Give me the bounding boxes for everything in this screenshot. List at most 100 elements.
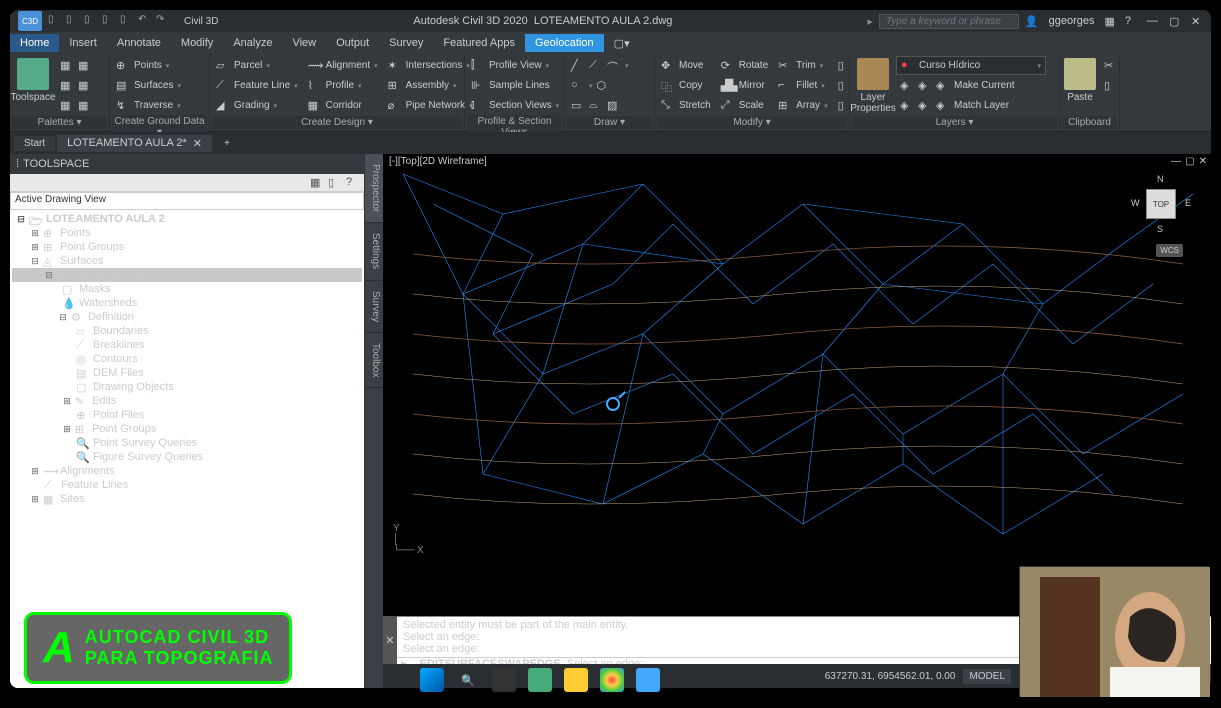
tree-edits[interactable]: ⊞✎Edits xyxy=(12,394,362,408)
maximize-button[interactable]: ▢ xyxy=(1169,15,1181,28)
tree-masks[interactable]: ▢Masks xyxy=(12,282,362,296)
tree-breaklines[interactable]: ⟋Breaklines xyxy=(12,338,362,352)
taskbar-civil3d[interactable] xyxy=(636,668,660,692)
sidetab-toolbox[interactable]: Toolbox xyxy=(365,333,383,388)
stretch-button[interactable]: ⤡Stretch xyxy=(657,96,715,115)
tree-contours[interactable]: ◎Contours xyxy=(12,352,362,366)
rotate-button[interactable]: ⟳Rotate xyxy=(717,56,772,75)
taskbar-chrome[interactable] xyxy=(600,668,624,692)
qat-plot-icon[interactable]: ▯ xyxy=(120,14,134,28)
viewcube-e[interactable]: E xyxy=(1185,198,1191,208)
close-button[interactable]: ✕ xyxy=(1191,15,1203,28)
palette-btn-3[interactable]: ▦▦ xyxy=(56,96,96,115)
tab-add[interactable]: ▢▾ xyxy=(604,34,640,53)
close-tab-icon[interactable]: ✕ xyxy=(193,137,202,150)
palette-btn-2[interactable]: ▦▦ xyxy=(56,76,96,95)
sidetab-prospector[interactable]: Prospector xyxy=(365,154,383,223)
tree-boundaries[interactable]: ▱Boundaries xyxy=(12,324,362,338)
viewcube-s[interactable]: S xyxy=(1157,224,1163,234)
tree-drawingobjects[interactable]: ▢Drawing Objects xyxy=(12,380,362,394)
intersections-button[interactable]: ✶Intersections▾ xyxy=(384,56,477,75)
filetab-active[interactable]: LOTEAMENTO AULA 2*✕ xyxy=(57,135,212,152)
panel-palettes[interactable]: Palettes ▾ xyxy=(12,116,107,129)
profileview-button[interactable]: ⫿Profile View▾ xyxy=(467,56,563,75)
traverse-button[interactable]: ↯Traverse▾ xyxy=(112,96,185,115)
ts-help-icon[interactable]: ? xyxy=(346,176,360,190)
makecurrent-button[interactable]: ◈◈◈Make Current xyxy=(896,76,1057,95)
help-search-input[interactable] xyxy=(879,14,1019,29)
surfaces-button[interactable]: ▤Surfaces▾ xyxy=(112,76,185,95)
tree-figuresurveyq[interactable]: 🔍Figure Survey Queries xyxy=(12,450,362,464)
tree-featurelines[interactable]: ⟋Feature Lines xyxy=(12,478,362,492)
sectionviews-button[interactable]: ⫾Section Views▾ xyxy=(467,96,563,115)
scale-button[interactable]: ⤢Scale xyxy=(717,96,772,115)
tab-geolocation[interactable]: Geolocation xyxy=(525,34,604,52)
filetab-start[interactable]: Start xyxy=(14,136,55,151)
ts-tool2-icon[interactable]: ▯ xyxy=(328,176,342,190)
taskbar-search-icon[interactable]: 🔍 xyxy=(456,668,480,692)
tab-annotate[interactable]: Annotate xyxy=(107,34,171,52)
app-logo[interactable]: C3D xyxy=(18,11,42,31)
alignment-button[interactable]: ⟿Alignment▾ xyxy=(304,56,382,75)
viewcube-w[interactable]: W xyxy=(1131,198,1140,208)
assembly-button[interactable]: ⊞Assembly▾ xyxy=(384,76,477,95)
featureline-button[interactable]: ⟋Feature Line▾ xyxy=(212,76,302,95)
tab-home[interactable]: Home xyxy=(10,34,59,52)
fillet-button[interactable]: ⌐Fillet▾ xyxy=(774,76,831,95)
draw-line[interactable]: ╱⟋⌒▾ xyxy=(567,56,633,75)
help-icon[interactable]: ? xyxy=(1125,15,1131,27)
tab-modify[interactable]: Modify xyxy=(171,34,223,52)
tab-survey[interactable]: Survey xyxy=(379,34,433,52)
qat-redo-icon[interactable]: ↷ xyxy=(156,14,170,28)
paste-button[interactable]: Paste xyxy=(1062,56,1098,105)
tree-root[interactable]: ⊟🗁LOTEAMENTO AULA 2 xyxy=(12,212,362,226)
tree-definition[interactable]: ⊟⚙Definition xyxy=(12,310,362,324)
viewcube-n[interactable]: N xyxy=(1157,174,1164,184)
panel-draw[interactable]: Draw ▾ xyxy=(567,116,652,129)
parcel-button[interactable]: ▱Parcel▾ xyxy=(212,56,302,75)
model-space-button[interactable]: MODEL xyxy=(963,669,1011,684)
filetab-new[interactable]: + xyxy=(214,136,240,151)
signin-icon[interactable]: 👤 xyxy=(1025,15,1039,28)
qat-new-icon[interactable]: ▯ xyxy=(48,14,62,28)
array-button[interactable]: ⊞Array▾ xyxy=(774,96,831,115)
qat-open-icon[interactable]: ▯ xyxy=(66,14,80,28)
sidetab-survey[interactable]: Survey xyxy=(365,281,383,333)
points-button[interactable]: ⊕Points▾ xyxy=(112,56,185,75)
trim-button[interactable]: ✂Trim▾ xyxy=(774,56,831,75)
tree-alignments[interactable]: ⊞⟿Alignments xyxy=(12,464,362,478)
palette-btn-1[interactable]: ▦▦ xyxy=(56,56,96,75)
mirror-button[interactable]: ▟▙Mirror xyxy=(717,76,772,95)
tab-analyze[interactable]: Analyze xyxy=(223,34,282,52)
panel-design[interactable]: Create Design ▾ xyxy=(212,116,462,129)
tree-pointfiles[interactable]: ⊕Point Files xyxy=(12,408,362,422)
taskbar-start[interactable] xyxy=(420,668,444,692)
panel-layers[interactable]: Layers ▾ xyxy=(852,116,1057,129)
tree-surface-curvas[interactable]: ⊟◬curvas de nível xyxy=(12,268,362,282)
drawing-viewport[interactable]: [-][Top][2D Wireframe] —▢✕ N S E W TOP xyxy=(383,154,1211,616)
profile-button[interactable]: ⌇Profile▾ xyxy=(304,76,382,95)
matchlayer-button[interactable]: ◈◈◈Match Layer xyxy=(896,96,1057,115)
tree-pointgroups2[interactable]: ⊞⊞Point Groups xyxy=(12,422,362,436)
copy-button[interactable]: ⿻Copy xyxy=(657,76,715,95)
panel-modify[interactable]: Modify ▾ xyxy=(657,116,847,129)
tree-sites[interactable]: ⊞▦Sites xyxy=(12,492,362,506)
grading-button[interactable]: ◢Grading▾ xyxy=(212,96,302,115)
layer-combo[interactable]: ●Curso Hídrico▾ xyxy=(896,56,1046,75)
minimize-button[interactable]: — xyxy=(1147,15,1159,28)
tree-watersheds[interactable]: 💧Watersheds xyxy=(12,296,362,310)
toolspace-button[interactable]: Toolspace xyxy=(12,56,54,105)
taskbar-app1[interactable] xyxy=(528,668,552,692)
pipenetwork-button[interactable]: ⌀Pipe Network▾ xyxy=(384,96,477,115)
layerprops-button[interactable]: LayerProperties xyxy=(852,56,894,116)
tree-points[interactable]: ⊞⊕Points xyxy=(12,226,362,240)
tab-output[interactable]: Output xyxy=(326,34,379,52)
draw-rect[interactable]: ▭⌓▨ xyxy=(567,96,633,115)
qat-undo-icon[interactable]: ↶ xyxy=(138,14,152,28)
tab-view[interactable]: View xyxy=(282,34,326,52)
sidetab-settings[interactable]: Settings xyxy=(365,223,383,280)
app-switcher-icon[interactable]: ▦ xyxy=(1104,15,1114,28)
tree-pointsurveyq[interactable]: 🔍Point Survey Queries xyxy=(12,436,362,450)
taskbar-taskview[interactable] xyxy=(492,668,516,692)
coordinates[interactable]: 637270.31, 6954562.01, 0.00 xyxy=(825,671,956,682)
